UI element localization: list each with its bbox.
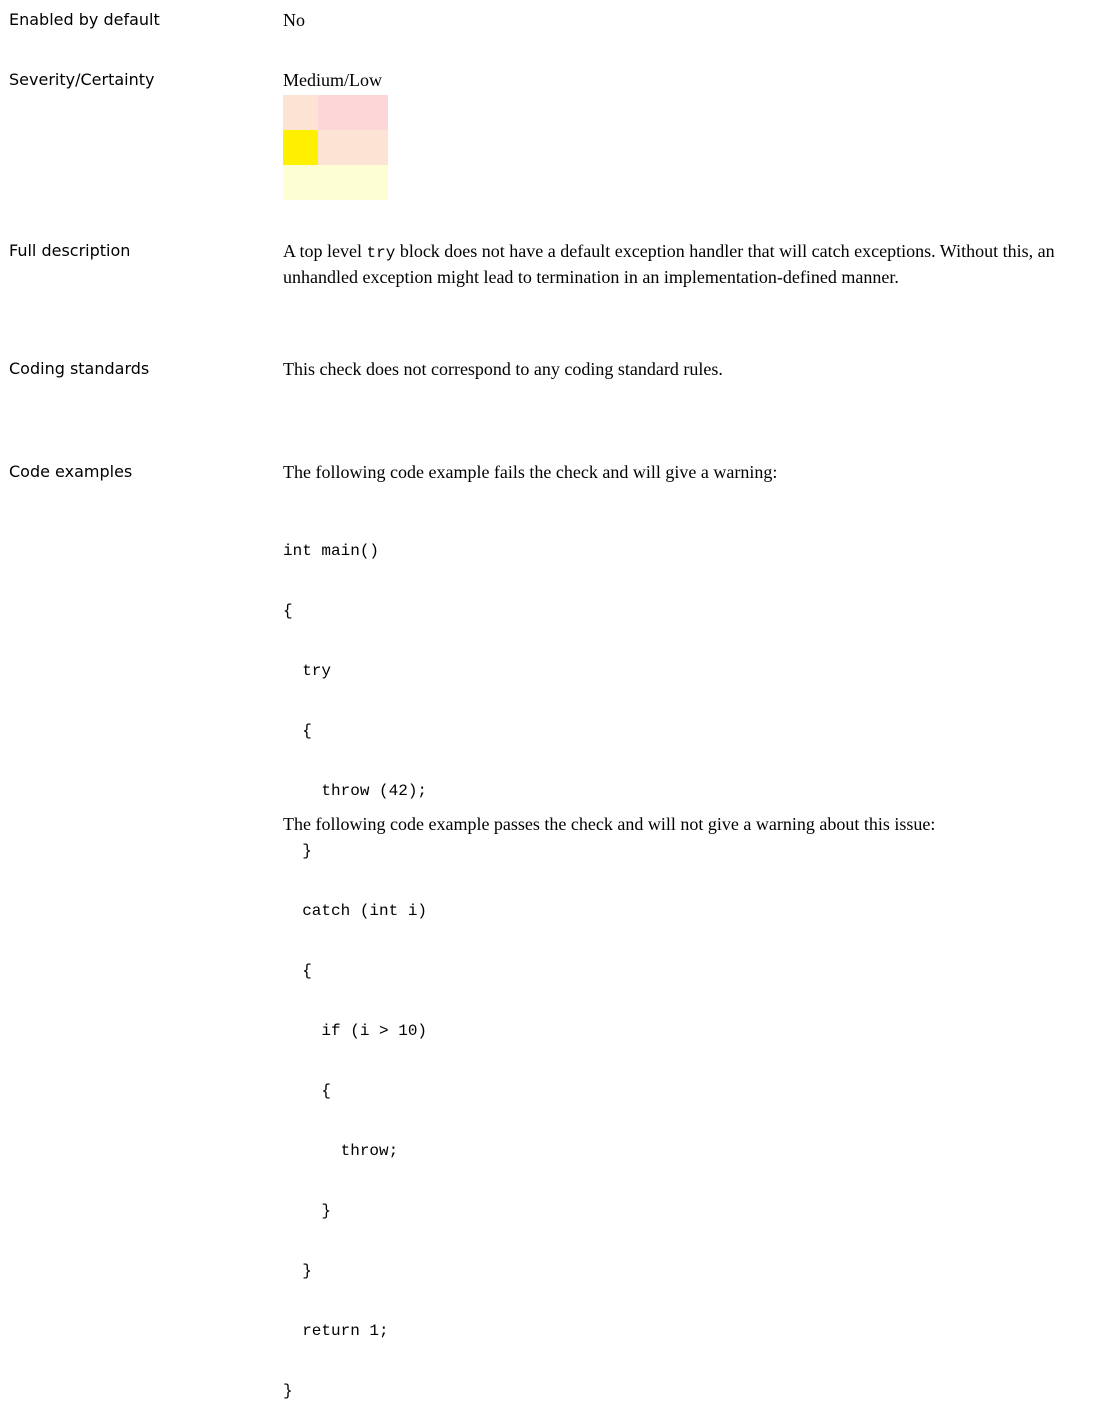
coding-standards-value: This check does not correspond to any co… [283, 359, 723, 379]
code-example-fail: int main() { try { throw (42); } catch (… [283, 501, 427, 1421]
matrix-cell [283, 130, 318, 165]
full-description-label: Full description [9, 241, 131, 260]
code-examples-label: Code examples [9, 462, 133, 481]
matrix-cell [283, 95, 318, 130]
matrix-cell [353, 95, 388, 130]
code-line: { [283, 722, 312, 740]
matrix-cell [318, 165, 353, 200]
severity-certainty-value: Medium/Low [283, 70, 382, 90]
code-line: int main() [283, 542, 380, 560]
matrix-cell [283, 165, 318, 200]
code-line: catch (int i) [283, 902, 428, 920]
code-line: try [283, 662, 332, 680]
code-example-pass-intro: The following code example passes the ch… [283, 814, 936, 834]
code-line: throw (42); [283, 782, 428, 800]
code-line: return 1; [283, 1322, 389, 1340]
matrix-cell [353, 130, 388, 165]
description-code-word: try [366, 244, 396, 262]
code-line: } [283, 842, 312, 860]
description-text-before: A top level [283, 241, 367, 261]
code-line: } [283, 1262, 312, 1280]
code-line: } [283, 1382, 293, 1400]
severity-certainty-label: Severity/Certainty [9, 70, 155, 89]
matrix-cell [318, 130, 353, 165]
matrix-cell [318, 95, 353, 130]
severity-certainty-matrix [283, 95, 388, 200]
description-text-after: block does not have a default exception … [283, 241, 1055, 287]
code-line: } [283, 1202, 332, 1220]
code-line: if (i > 10) [283, 1022, 428, 1040]
code-line: { [283, 1082, 332, 1100]
code-example-fail-intro: The following code example fails the che… [283, 462, 778, 482]
code-line: { [283, 602, 293, 620]
code-line: throw; [283, 1142, 399, 1160]
matrix-cell [353, 165, 388, 200]
coding-standards-label: Coding standards [9, 359, 150, 378]
full-description-text: A top level try block does not have a de… [283, 239, 1083, 289]
code-line: { [283, 962, 312, 980]
enabled-by-default-label: Enabled by default [9, 10, 160, 29]
enabled-by-default-value: No [283, 10, 305, 30]
